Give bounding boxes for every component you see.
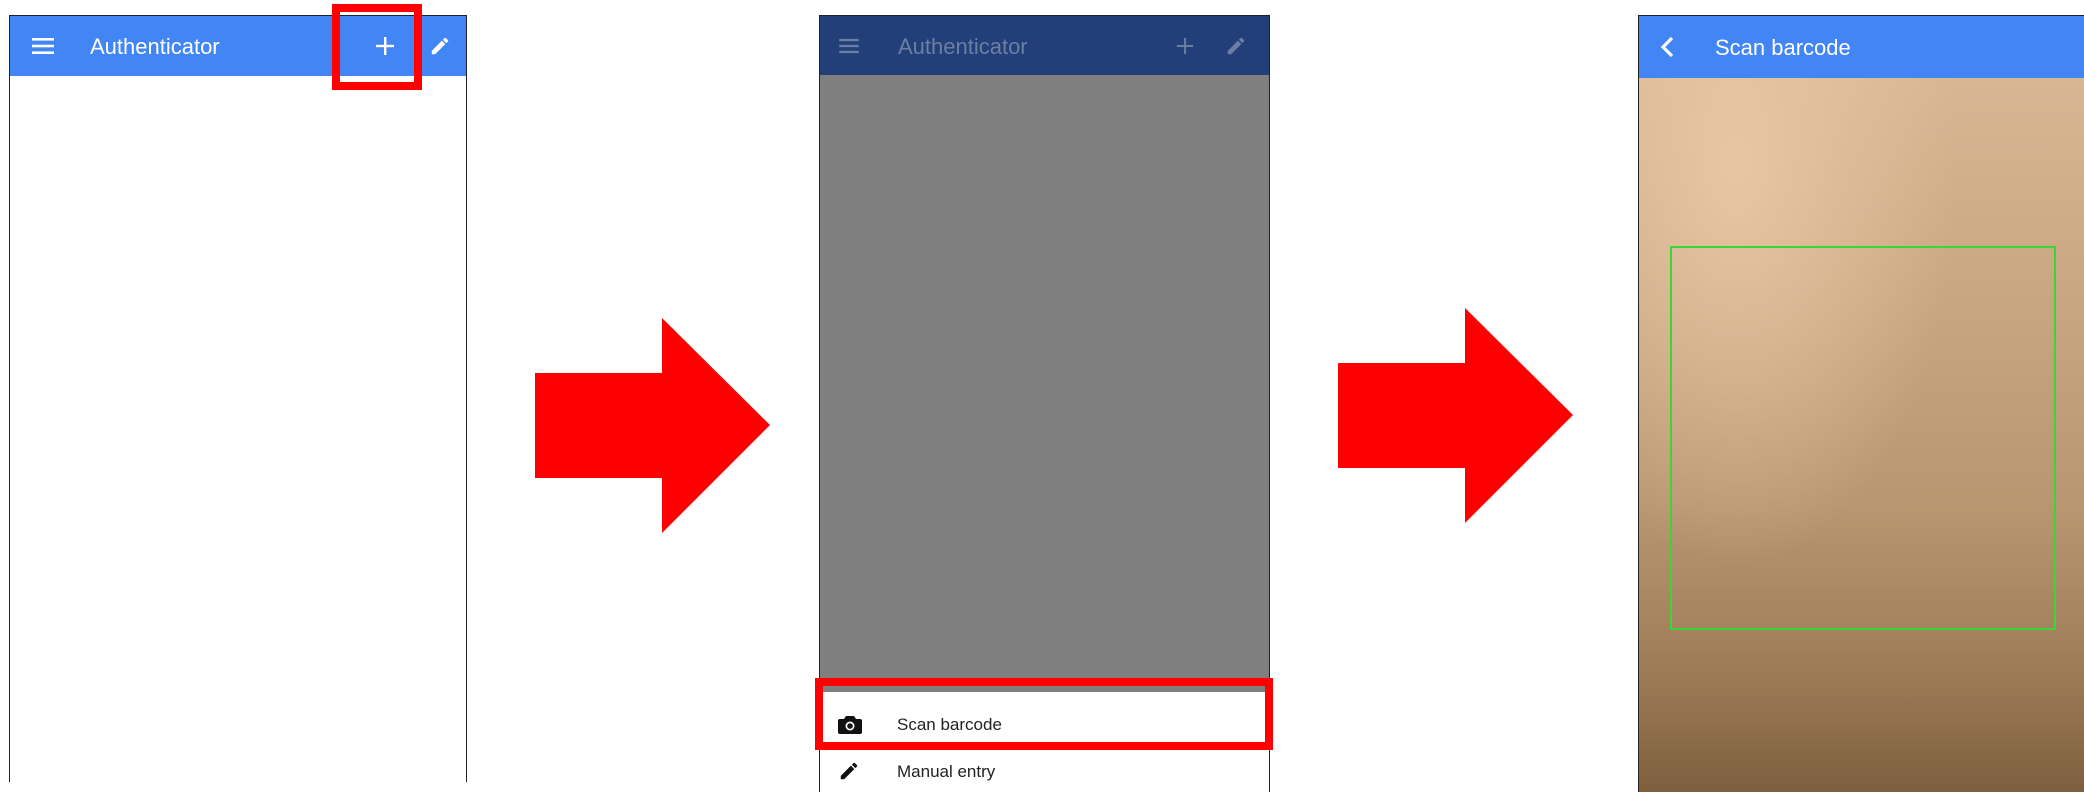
app-title: Authenticator xyxy=(90,34,220,59)
app-bar-dimmed: Authenticator xyxy=(820,16,1269,75)
arrow-right-icon xyxy=(1338,308,1573,523)
app-bar: Scan barcode xyxy=(1639,16,2084,78)
manual-entry-label: Manual entry xyxy=(897,762,996,781)
edit-icon[interactable] xyxy=(425,31,455,61)
manual-entry-item[interactable]: Manual entry xyxy=(820,750,1269,792)
empty-list xyxy=(10,76,466,782)
add-icon xyxy=(1170,31,1200,61)
back-icon[interactable] xyxy=(1653,32,1683,62)
highlight-box-add xyxy=(332,4,422,90)
app-title: Authenticator xyxy=(898,34,1028,59)
screen-3: Scan barcode xyxy=(1638,15,2084,792)
menu-icon xyxy=(834,31,864,61)
highlight-box-scan xyxy=(815,678,1273,750)
screen-2: Authenticator Scan barcode Manual entry xyxy=(819,15,1270,792)
edit-icon xyxy=(1221,31,1251,61)
page-title: Scan barcode xyxy=(1715,35,1851,60)
scrim-overlay xyxy=(820,75,1269,705)
screen-1: Authenticator xyxy=(9,15,467,782)
arrow-right-icon xyxy=(535,318,770,533)
pencil-icon xyxy=(838,760,860,787)
scan-frame xyxy=(1670,246,2056,630)
menu-icon[interactable] xyxy=(28,31,58,61)
